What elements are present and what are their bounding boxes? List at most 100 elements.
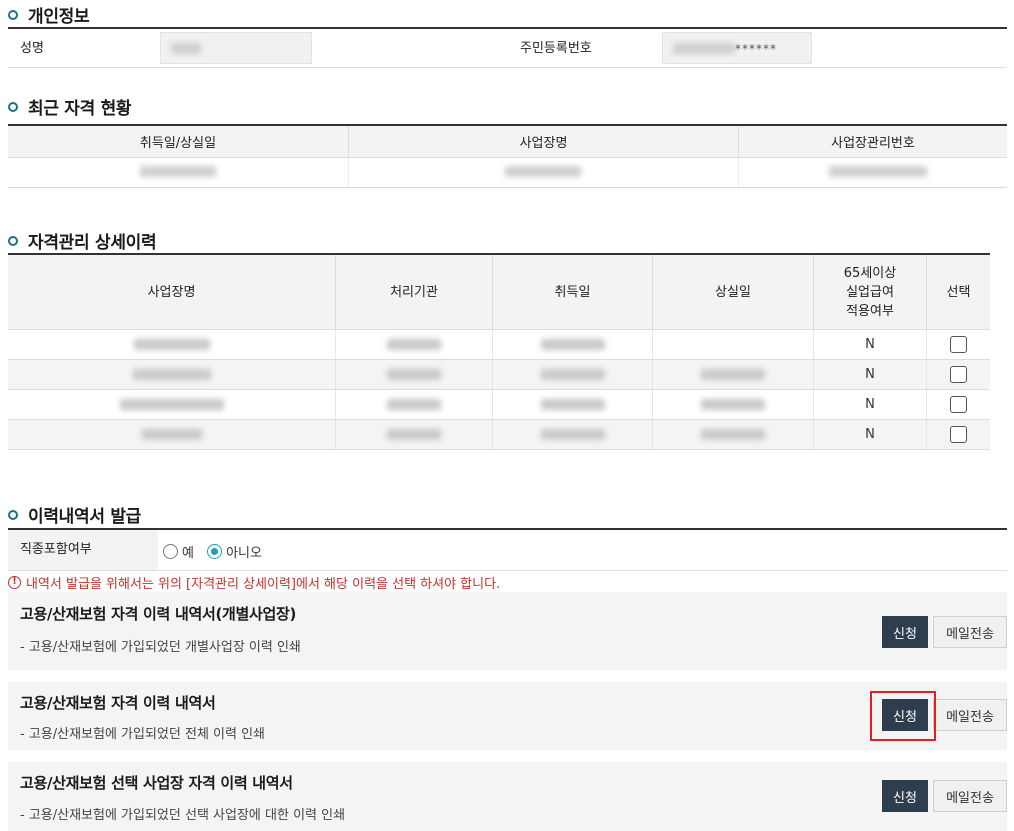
redacted-value: [701, 399, 765, 410]
job-include-label: 직종포함여부: [8, 530, 158, 570]
redacted-value: [540, 369, 605, 380]
name-label: 성명: [20, 41, 44, 56]
col-lose-date: 상실일: [652, 254, 814, 330]
issue-title: 이력내역서 발급: [28, 507, 141, 527]
table-cell: [652, 359, 814, 390]
col-workplace-name: 사업장명: [348, 125, 739, 158]
over65-flag: N: [813, 359, 927, 390]
card-title: 고용/산재보험 자격 이력 내역서(개별사업장): [20, 605, 297, 623]
apply-button[interactable]: 신청: [882, 780, 928, 812]
issue-notice-text: 내역서 발급을 위해서는 위의 [자격관리 상세이력]에서 해당 이력을 선택 …: [26, 577, 501, 592]
job-include-row: 직종포함여부 예 아니오: [8, 528, 1007, 571]
highlight-box: [870, 691, 936, 741]
issue-card-all: 고용/산재보험 자격 이력 내역서 - 고용/산재보험에 가입되었던 전체 이력…: [8, 682, 1007, 750]
select-checkbox[interactable]: [950, 426, 967, 443]
circle-bullet-icon: [8, 101, 18, 112]
table-cell: [492, 389, 653, 420]
table-cell: [8, 389, 336, 420]
redacted-rrn: [673, 43, 735, 54]
redacted-value: [505, 166, 581, 177]
email-send-button[interactable]: 메일전송: [933, 699, 1007, 731]
card-description: - 고용/산재보험에 가입되었던 개별사업장 이력 인쇄: [20, 640, 301, 655]
select-checkbox[interactable]: [950, 396, 967, 413]
table-cell: [8, 329, 336, 360]
redacted-value: [387, 429, 441, 440]
redacted-value: [701, 429, 765, 440]
table-cell: [348, 157, 739, 188]
table-cell: [652, 419, 814, 450]
email-send-button[interactable]: 메일전송: [933, 780, 1007, 812]
table-header-row: 사업장명 처리기관 취득일 상실일 65세이상 실업급여 적용여부 선택: [8, 254, 990, 330]
table-cell: [8, 157, 349, 188]
card-title: 고용/산재보험 자격 이력 내역서: [20, 694, 216, 712]
table-header-row: 취득일/상실일 사업장명 사업장관리번호: [8, 125, 1007, 158]
table-cell: [652, 389, 814, 420]
circle-bullet-icon: [8, 509, 18, 520]
personal-info-title: 개인정보: [28, 7, 90, 27]
personal-info-heading: 개인정보: [8, 2, 90, 27]
over65-flag: N: [813, 329, 927, 360]
card-description: - 고용/산재보험에 가입되었던 전체 이력 인쇄: [20, 727, 266, 742]
col-agency: 처리기관: [335, 254, 493, 330]
history-title: 자격관리 상세이력: [28, 233, 157, 253]
table-cell: [492, 419, 653, 450]
table-cell: [335, 389, 493, 420]
issue-notice: ! 내역서 발급을 위해서는 위의 [자격관리 상세이력]에서 해당 이력을 선…: [8, 573, 500, 592]
col-workplace-name: 사업장명: [8, 254, 336, 330]
redacted-value: [387, 399, 441, 410]
rrn-value: ******: [662, 32, 812, 64]
redacted-value: [141, 429, 202, 440]
personal-info-row: 성명 주민등록번호 ******: [8, 27, 1007, 68]
table-cell: [335, 419, 493, 450]
redacted-value: [829, 166, 927, 177]
radio-no-label[interactable]: 아니오: [226, 546, 262, 561]
apply-button[interactable]: 신청: [882, 616, 928, 648]
card-description: - 고용/산재보험에 가입되었던 선택 사업장에 대한 이력 인쇄: [20, 808, 346, 823]
redacted-name: [171, 43, 201, 54]
redacted-value: [540, 339, 605, 350]
redacted-value: [540, 429, 605, 440]
table-row: N: [8, 329, 990, 360]
history-heading: 자격관리 상세이력: [8, 228, 157, 253]
table-row: N: [8, 389, 990, 420]
rrn-label: 주민등록번호: [520, 41, 592, 56]
issue-card-selected: 고용/산재보험 선택 사업장 자격 이력 내역서 - 고용/산재보험에 가입되었…: [8, 762, 1007, 831]
redacted-value: [540, 399, 605, 410]
radio-yes[interactable]: [163, 544, 178, 559]
circle-bullet-icon: [8, 9, 18, 20]
email-send-button[interactable]: 메일전송: [933, 616, 1007, 648]
card-title: 고용/산재보험 선택 사업장 자격 이력 내역서: [20, 774, 293, 792]
table-cell: [926, 389, 990, 420]
job-include-options: 예 아니오: [163, 541, 270, 561]
col-over65-flag: 65세이상 실업급여 적용여부: [813, 254, 927, 330]
issue-card-individual: 고용/산재보험 자격 이력 내역서(개별사업장) - 고용/산재보험에 가입되었…: [8, 592, 1007, 670]
col-select: 선택: [926, 254, 990, 330]
table-cell: [926, 329, 990, 360]
redacted-value: [387, 339, 441, 350]
redacted-value: [701, 369, 765, 380]
recent-status-title: 최근 자격 현황: [28, 99, 132, 119]
col-workplace-number: 사업장관리번호: [738, 125, 1007, 158]
table-cell: [492, 359, 653, 390]
redacted-value: [387, 369, 441, 380]
table-row: N: [8, 419, 990, 450]
circle-bullet-icon: [8, 235, 18, 246]
select-checkbox[interactable]: [950, 366, 967, 383]
name-value: [160, 32, 312, 64]
table-cell: [926, 359, 990, 390]
table-cell: [926, 419, 990, 450]
issue-heading: 이력내역서 발급: [8, 502, 141, 527]
recent-status-table: 취득일/상실일 사업장명 사업장관리번호: [8, 124, 1007, 188]
warning-icon: !: [8, 576, 21, 589]
redacted-value: [119, 399, 224, 410]
over65-flag: N: [813, 419, 927, 450]
radio-yes-label[interactable]: 예: [182, 546, 194, 561]
recent-status-heading: 최근 자격 현황: [8, 94, 132, 119]
select-checkbox[interactable]: [950, 336, 967, 353]
table-cell: [8, 359, 336, 390]
table-row: N: [8, 359, 990, 390]
redacted-value: [140, 166, 216, 177]
radio-no[interactable]: [207, 544, 223, 559]
redacted-value: [132, 369, 211, 380]
table-cell: [738, 157, 1007, 188]
